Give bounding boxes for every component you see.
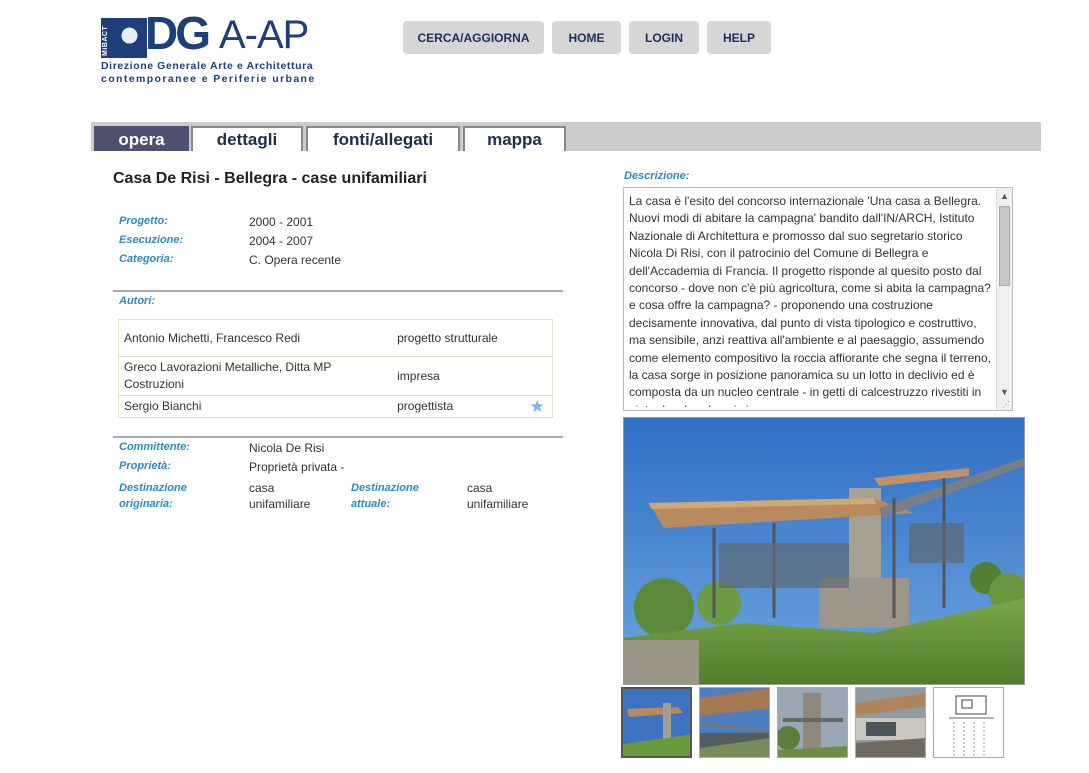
author-name: Sergio Bianchi [124, 399, 202, 413]
progetto-value: 2000 - 2001 [249, 215, 314, 229]
logo-subtitle-1: Direzione Generale Arte e Architettura [101, 60, 314, 72]
logo-aap: A-AP [219, 13, 309, 57]
page-title: Casa De Risi - Bellegra - case unifamili… [113, 170, 427, 187]
table-row: Greco Lavorazioni Metalliche, Ditta MP C… [118, 356, 553, 396]
destinazione-originaria-label: Destinazione originaria: [119, 482, 187, 510]
logo-subtitle-2: contemporanee e Periferie urbane [101, 73, 316, 85]
emblem-face [113, 22, 143, 56]
author-role: progetto strutturale [392, 319, 523, 357]
destinazione-attuale-value: casa unifamiliare [467, 481, 529, 511]
thumbnail-5-plan[interactable] [933, 687, 1004, 758]
help-button[interactable]: HELP [707, 21, 771, 54]
scroll-thumb[interactable] [999, 206, 1010, 286]
destinazione-originaria-value: casa unifamiliare [249, 481, 311, 511]
committente-value: Nicola De Risi [249, 441, 325, 455]
categoria-label: Categoria: [119, 253, 174, 265]
logo-dg: DG [145, 7, 211, 59]
thumbnail-2[interactable] [699, 687, 770, 758]
divider [113, 436, 563, 438]
progetto-label: Progetto: [119, 215, 168, 227]
top-navigation: CERCA/AGGIORNA HOME LOGIN HELP [403, 21, 771, 54]
thumbnail-3[interactable] [777, 687, 848, 758]
author-name: Antonio Michetti, Francesco Redi [118, 319, 393, 357]
table-row: Antonio Michetti, Francesco Redi progett… [118, 319, 553, 357]
proprieta-label: Proprietà: [119, 460, 171, 472]
description-text: La casa è l'esito del concorso internazi… [629, 194, 991, 407]
description-scrollbar[interactable]: ▲ ▼ [996, 188, 1012, 410]
esecuzione-label: Esecuzione: [119, 234, 184, 246]
author-role: progettista [397, 399, 454, 413]
star-icon[interactable]: ★ [522, 396, 552, 418]
proprieta-value: Proprietà privata - [249, 460, 345, 474]
committente-label: Committente: [119, 441, 190, 453]
tab-fonti-allegati[interactable]: fonti/allegati [306, 126, 460, 151]
emblem-text: MiBACT [102, 25, 109, 56]
thumbnail-strip [621, 687, 1004, 758]
categoria-value: C. Opera recente [249, 253, 342, 267]
thumbnail-1[interactable] [621, 687, 692, 758]
table-row: Sergio Bianchi progettista ★ [119, 396, 553, 418]
resize-handle-icon[interactable]: ⋰ [1002, 400, 1010, 409]
autori-label: Autori: [119, 295, 156, 307]
scroll-up-icon[interactable]: ▲ [997, 188, 1012, 204]
mibact-emblem-icon: MiBACT [101, 18, 147, 58]
main-photo[interactable] [623, 417, 1025, 685]
divider [113, 290, 563, 292]
tab-mappa[interactable]: mappa [463, 126, 566, 151]
cerca-aggiorna-button[interactable]: CERCA/AGGIORNA [403, 21, 544, 54]
esecuzione-value: 2004 - 2007 [249, 234, 314, 248]
home-button[interactable]: HOME [552, 21, 621, 54]
tab-dettagli[interactable]: dettagli [191, 126, 303, 151]
author-role: impresa [392, 356, 523, 396]
tab-opera[interactable]: opera [94, 126, 189, 151]
tab-bar: opera dettagli fonti/allegati mappa [91, 122, 1041, 151]
descrizione-label: Descrizione: [624, 170, 690, 182]
description-textarea[interactable]: La casa è l'esito del concorso internazi… [623, 187, 1013, 411]
scroll-down-icon[interactable]: ▼ [997, 384, 1012, 400]
author-name: Greco Lavorazioni Metalliche, Ditta MP C… [118, 356, 393, 396]
login-button[interactable]: LOGIN [629, 21, 699, 54]
destinazione-attuale-label: Destinazione attuale: [351, 482, 419, 510]
authors-table: Antonio Michetti, Francesco Redi progett… [118, 319, 553, 418]
thumbnail-4[interactable] [855, 687, 926, 758]
site-logo[interactable]: MiBACT DG A-AP Direzione Generale Arte e… [101, 10, 321, 88]
